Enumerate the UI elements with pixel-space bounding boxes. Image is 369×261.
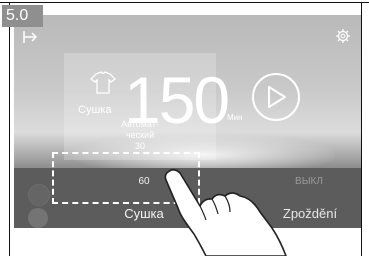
gear-icon[interactable] bbox=[335, 28, 351, 44]
auto-text-content: Автомат- ческий 30 bbox=[121, 119, 159, 151]
auto-setting-text: Автомат- ческий 30 bbox=[110, 119, 170, 152]
frame-left-line bbox=[9, 2, 10, 256]
option-indicator-2 bbox=[28, 208, 48, 228]
frame-top-line bbox=[0, 2, 369, 3]
shirt-icon bbox=[88, 71, 118, 95]
duration-unit: Мин bbox=[227, 113, 243, 122]
option-indicator-1 bbox=[28, 184, 50, 206]
frame-right-line bbox=[361, 2, 362, 256]
back-icon[interactable] bbox=[22, 29, 40, 45]
step-number-badge: 5.0 bbox=[2, 5, 43, 27]
start-button[interactable] bbox=[252, 73, 300, 121]
play-icon bbox=[268, 86, 286, 108]
program-mode-label: Сушка bbox=[78, 104, 112, 116]
pointing-hand-icon bbox=[160, 168, 300, 257]
